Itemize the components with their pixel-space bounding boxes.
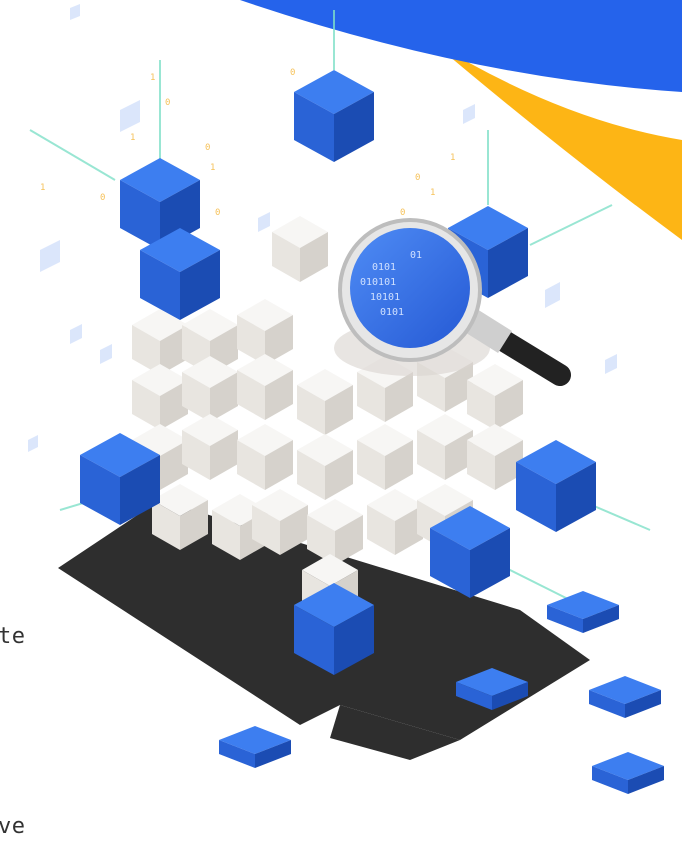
svg-text:0101: 0101 bbox=[372, 262, 396, 273]
svg-text:0: 0 bbox=[215, 208, 220, 218]
svg-text:01: 01 bbox=[410, 250, 422, 261]
svg-text:10101: 10101 bbox=[370, 292, 400, 303]
svg-text:0: 0 bbox=[100, 193, 105, 203]
svg-text:010101: 010101 bbox=[360, 277, 396, 288]
binary-digits: 1 0 1 0 1 0 1 0 0 1 0 1 1 0 bbox=[40, 68, 455, 241]
svg-text:1: 1 bbox=[450, 153, 455, 163]
text-fragment: te bbox=[0, 624, 26, 649]
svg-text:0: 0 bbox=[290, 68, 295, 78]
svg-text:0: 0 bbox=[400, 208, 405, 218]
svg-text:1: 1 bbox=[210, 163, 215, 173]
svg-text:1: 1 bbox=[430, 188, 435, 198]
svg-text:0101: 0101 bbox=[380, 307, 404, 318]
svg-text:1: 1 bbox=[130, 133, 135, 143]
svg-text:0: 0 bbox=[205, 143, 210, 153]
svg-text:0: 0 bbox=[415, 173, 420, 183]
svg-text:1: 1 bbox=[150, 73, 155, 83]
data-cube-illustration: 1 0 1 0 1 0 1 0 0 1 0 1 1 0 0101 010101 … bbox=[28, 0, 682, 794]
svg-text:0: 0 bbox=[165, 98, 170, 108]
svg-text:1: 1 bbox=[40, 183, 45, 193]
text-fragment: ve bbox=[0, 814, 26, 839]
